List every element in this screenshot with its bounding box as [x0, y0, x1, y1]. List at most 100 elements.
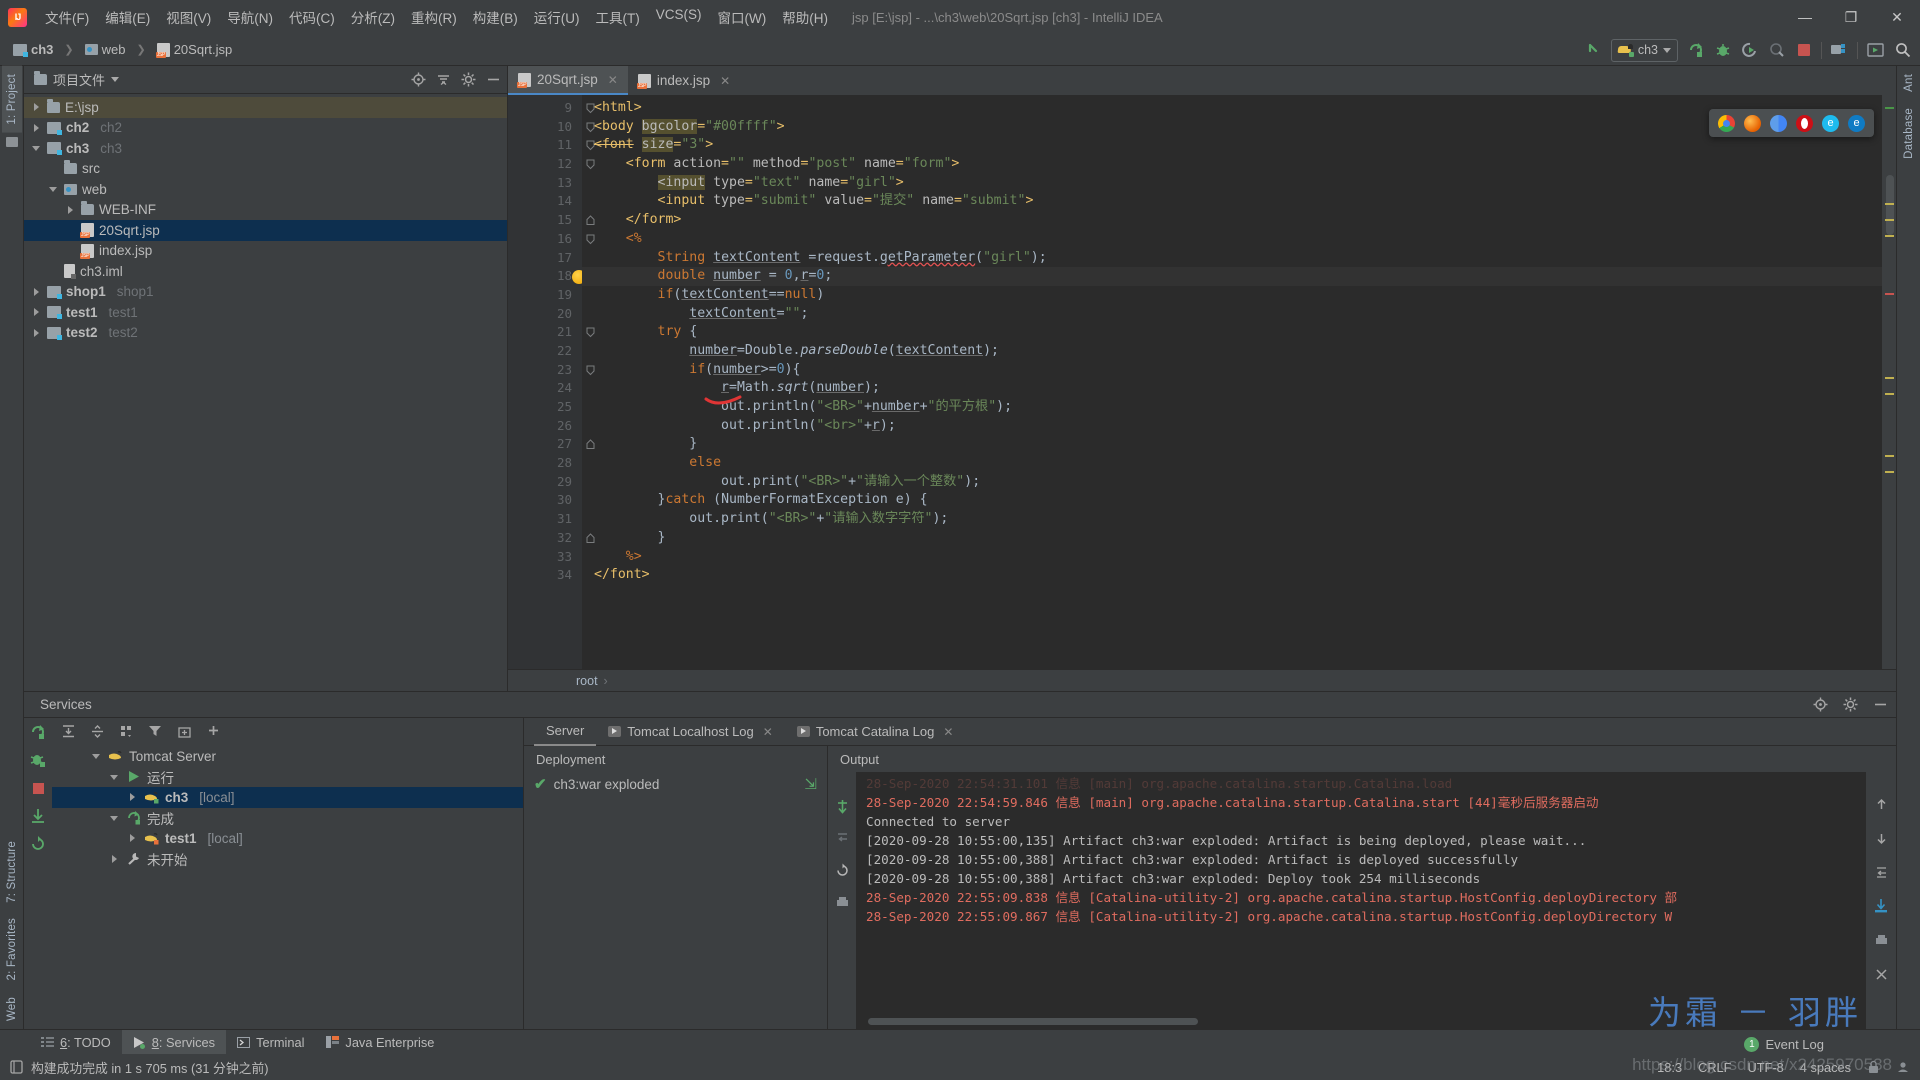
breadcrumb-item-ch3[interactable]: ch3 — [10, 41, 56, 58]
breadcrumb-item-web[interactable]: web — [82, 41, 129, 58]
maximize-button[interactable]: ❐ — [1828, 0, 1874, 34]
line-number[interactable]: 19 — [508, 286, 582, 305]
chromium-icon[interactable] — [1770, 114, 1787, 132]
code-line[interactable]: try { — [582, 323, 1882, 342]
editor-tab-20Sqrt-jsp[interactable]: 20Sqrt.jsp ✕ — [508, 66, 628, 95]
debug-service-icon[interactable] — [30, 752, 46, 768]
update-application-icon[interactable] — [1866, 41, 1885, 60]
group-by-icon[interactable] — [118, 723, 134, 739]
profiler-icon[interactable] — [1767, 41, 1786, 60]
stop-service-icon[interactable] — [30, 780, 46, 796]
line-number-gutter[interactable]: 9 10 11 12 13 14 15 16 17 18 19 20 21 22 23 24 25 26 27 28 2… — [508, 95, 595, 669]
chevron-right-icon[interactable] — [128, 833, 138, 843]
line-number[interactable]: 25 — [508, 398, 582, 417]
jump-to-end-icon[interactable] — [834, 798, 850, 814]
file-encoding[interactable]: UTF-8 — [1748, 1060, 1784, 1075]
code-line[interactable]: if(number>=0){ — [582, 361, 1882, 380]
code-line[interactable]: double number = 0,r=0; — [582, 267, 1882, 286]
tool-tab-database[interactable]: Database — [1899, 100, 1919, 167]
line-number[interactable]: 34 — [508, 566, 582, 585]
services-tab-tomcat-catalina-log[interactable]: Tomcat Catalina Log ✕ — [785, 718, 966, 746]
opera-icon[interactable] — [1796, 114, 1813, 132]
line-number[interactable]: 31 — [508, 510, 582, 529]
code-line[interactable]: <input type="submit" value="提交" name="su… — [582, 192, 1882, 211]
line-number[interactable]: 9 — [508, 99, 595, 118]
project-tree-item[interactable]: ch3 ch3 — [24, 138, 507, 159]
breadcrumb-root[interactable]: root — [576, 674, 598, 688]
edge-icon[interactable]: e — [1848, 114, 1865, 132]
code-line[interactable]: <input type="text" name="girl"> — [582, 174, 1882, 193]
close-button[interactable]: ✕ — [1874, 0, 1920, 34]
code-line[interactable]: if(textContent==null) — [582, 286, 1882, 305]
line-number[interactable]: 23 — [508, 361, 595, 380]
project-tree-item[interactable]: E:\jsp — [24, 97, 507, 118]
run-configuration-selector[interactable]: ch3 — [1610, 38, 1678, 62]
code-editor[interactable]: 9 10 11 12 13 14 15 16 17 18 19 20 21 22 23 24 25 26 27 28 2… — [508, 95, 1896, 669]
code-line[interactable]: out.print("<BR>"+"请输入数字字符"); — [582, 510, 1882, 529]
services-tree-item[interactable]: 完成 — [52, 808, 523, 829]
soft-wrap-toggle-icon[interactable] — [1873, 864, 1889, 880]
chevron-right-icon[interactable] — [32, 328, 42, 338]
print-console-icon[interactable] — [834, 894, 850, 910]
filter-icon[interactable] — [147, 723, 163, 739]
restart-console-icon[interactable] — [834, 862, 850, 878]
project-tree-item[interactable]: test1 test1 — [24, 302, 507, 323]
line-number[interactable]: 13 — [508, 174, 582, 193]
project-tree-item[interactable]: ch3.iml — [24, 261, 507, 282]
project-tree-item[interactable]: 20Sqrt.jsp — [24, 220, 507, 241]
output-console[interactable]: 28-Sep-2020 22:54:31.101 信息 [main] org.a… — [856, 772, 1866, 1029]
menu-item-11[interactable]: 窗口(W) — [710, 4, 775, 30]
deployment-row[interactable]: ✔ ch3:war exploded ⇲ — [524, 772, 827, 796]
line-number[interactable]: 15 — [508, 211, 595, 230]
services-tree-item[interactable]: 未开始 — [52, 849, 523, 870]
menu-item-1[interactable]: 编辑(E) — [97, 4, 158, 30]
run-icon[interactable] — [1686, 41, 1705, 60]
lock-icon[interactable] — [1867, 1060, 1880, 1074]
locate-icon[interactable] — [410, 72, 426, 88]
deploy-icon[interactable] — [30, 808, 46, 824]
code-content[interactable]: <html> <body bgcolor="#00ffff"> <font size… — [582, 95, 1882, 669]
run-with-coverage-icon[interactable] — [1740, 41, 1759, 60]
chevron-right-icon[interactable] — [66, 205, 76, 215]
error-stripe-marker[interactable] — [1882, 95, 1896, 669]
editor-tab-index-jsp[interactable]: index.jsp ✕ — [628, 66, 740, 95]
close-tab-icon[interactable]: ✕ — [763, 725, 773, 739]
chrome-icon[interactable] — [1718, 114, 1735, 132]
line-number[interactable]: 28 — [508, 454, 582, 473]
close-tab-icon[interactable]: ✕ — [943, 725, 953, 739]
toolwindow-tab-terminal[interactable]: Terminal — [226, 1030, 315, 1055]
line-number[interactable]: 26 — [508, 417, 582, 436]
code-line[interactable]: } — [582, 435, 1882, 454]
chevron-right-icon[interactable] — [32, 123, 42, 133]
code-line[interactable]: <html> — [582, 99, 1882, 118]
line-number[interactable]: 14 — [508, 192, 582, 211]
search-everywhere-icon[interactable] — [1893, 41, 1912, 60]
code-line[interactable]: } — [582, 529, 1882, 548]
chevron-right-icon[interactable] — [32, 287, 42, 297]
rerun-service-icon[interactable] — [30, 724, 46, 740]
menu-item-0[interactable]: 文件(F) — [37, 4, 97, 30]
chevron-down-icon[interactable] — [92, 751, 102, 761]
menu-item-10[interactable]: VCS(S) — [648, 4, 710, 30]
code-line[interactable]: number=Double.parseDouble(textContent); — [582, 342, 1882, 361]
locate-icon[interactable] — [1812, 697, 1828, 713]
code-line[interactable]: r=Math.sqrt(number); — [582, 379, 1882, 398]
toolwindow-tab-todo[interactable]: 6: TODO — [30, 1030, 122, 1055]
print-icon[interactable] — [1873, 932, 1889, 948]
event-log-indicator[interactable]: 1 Event Log — [1744, 1037, 1824, 1052]
hector-icon[interactable] — [1896, 1060, 1910, 1074]
chevron-down-icon[interactable] — [110, 772, 120, 782]
project-tree-item[interactable]: index.jsp — [24, 241, 507, 262]
add-tab-icon[interactable] — [176, 723, 192, 739]
line-number[interactable]: 20 — [508, 305, 582, 324]
soft-wrap-icon[interactable] — [834, 830, 850, 846]
line-number[interactable]: 30 — [508, 491, 582, 510]
deploy-arrow-icon[interactable]: ⇲ — [804, 775, 817, 793]
editor-scrollbar-thumb[interactable] — [1886, 175, 1894, 235]
settings-gear-icon[interactable] — [460, 72, 476, 88]
project-tree-item[interactable]: WEB-INF — [24, 200, 507, 221]
services-tree-item[interactable]: ch3 [local] — [52, 787, 523, 808]
code-line[interactable]: out.println("<br>"+r); — [582, 417, 1882, 436]
back-arrow-icon[interactable] — [1584, 41, 1603, 60]
services-tree-item[interactable]: test1 [local] — [52, 828, 523, 849]
